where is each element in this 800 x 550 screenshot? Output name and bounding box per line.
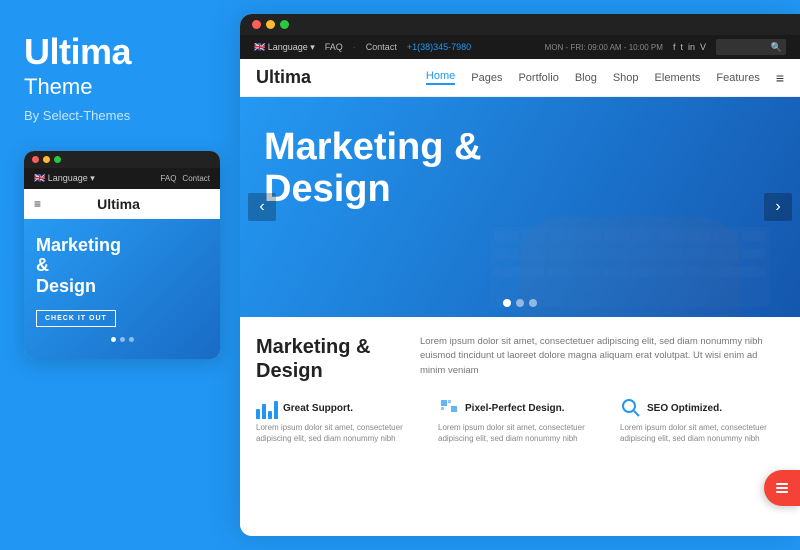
linkedin-icon[interactable]: in	[688, 42, 695, 52]
desktop-logo: Ultima	[256, 67, 311, 88]
mobile-dot-yellow	[43, 156, 50, 163]
mobile-dot-1	[111, 337, 116, 342]
twitter-icon[interactable]: t	[680, 42, 683, 52]
feature-seo: SEO Optimized. Lorem ipsum dolor sit ame…	[620, 397, 784, 444]
design-text: Lorem ipsum dolor sit amet, consectetuer…	[438, 422, 602, 444]
desktop-hours: MON - FRI: 09:00 AM - 10:00 PM	[545, 43, 663, 52]
theme-subtitle: Theme	[24, 74, 216, 100]
mobile-dot-green	[54, 156, 61, 163]
desktop-contact[interactable]: Contact	[366, 42, 397, 52]
design-icon	[438, 397, 460, 419]
desktop-hero: Marketing &Design ‹ ›	[240, 97, 800, 317]
mobile-topbar	[24, 151, 220, 168]
design-title: Pixel-Perfect Design.	[465, 403, 564, 414]
theme-title: Ultima	[24, 32, 216, 72]
hero-dot-2[interactable]	[516, 299, 524, 307]
desktop-menu-pages[interactable]: Pages	[471, 72, 502, 84]
mobile-faq[interactable]: FAQ	[160, 174, 176, 183]
hero-dot-1[interactable]	[503, 299, 511, 307]
desktop-menu-blog[interactable]: Blog	[575, 72, 597, 84]
mobile-hero-cta[interactable]: CHECK IT OUT	[36, 310, 116, 327]
seo-text: Lorem ipsum dolor sit amet, consectetuer…	[620, 422, 784, 444]
mobile-hero-title: Marketing&Design	[36, 235, 208, 297]
hero-dot-3[interactable]	[529, 299, 537, 307]
desktop-menu-features[interactable]: Features	[716, 72, 759, 84]
desktop-menu-portfolio[interactable]: Portfolio	[518, 72, 558, 84]
desktop-hamburger-icon[interactable]: ≡	[776, 70, 784, 86]
search-icon: 🔍	[771, 42, 782, 53]
seo-title: SEO Optimized.	[647, 403, 722, 414]
desktop-dot-green	[280, 20, 289, 29]
mobile-dot-3	[129, 337, 134, 342]
content-text: Lorem ipsum dolor sit amet, consectetuer…	[420, 335, 784, 383]
support-text: Lorem ipsum dolor sit amet, consectetuer…	[256, 422, 420, 444]
mobile-hero: Marketing&Design CHECK IT OUT	[24, 219, 220, 359]
desktop-language[interactable]: 🇬🇧 Language ▾	[254, 42, 315, 53]
desktop-faq[interactable]: FAQ	[325, 42, 343, 52]
mobile-dot-2	[120, 337, 125, 342]
desktop-dot-red	[252, 20, 261, 29]
seo-icon	[620, 397, 642, 419]
mobile-logo: Ultima	[97, 196, 140, 212]
desktop-preview: 🇬🇧 Language ▾ FAQ · Contact +1(38)345-79…	[240, 14, 800, 536]
feature-design: Pixel-Perfect Design. Lorem ipsum dolor …	[438, 397, 602, 444]
hero-dots	[503, 299, 537, 307]
desktop-menu-home[interactable]: Home	[426, 70, 455, 85]
support-icon	[256, 397, 278, 419]
desktop-content: Marketing &Design Lorem ipsum dolor sit …	[240, 317, 800, 536]
features-row: Great Support. Lorem ipsum dolor sit ame…	[256, 397, 784, 444]
hero-prev-button[interactable]: ‹	[248, 193, 276, 221]
desktop-separator-1: ·	[353, 42, 356, 52]
desktop-phone: +1(38)345-7980	[407, 42, 471, 52]
desktop-topbar	[240, 14, 800, 35]
feature-support: Great Support. Lorem ipsum dolor sit ame…	[256, 397, 420, 444]
mobile-header: ≡ Ultima	[24, 189, 220, 219]
desktop-menu: Home Pages Portfolio Blog Shop Elements …	[426, 70, 784, 86]
support-title: Great Support.	[283, 403, 353, 414]
mobile-topnav: 🇬🇧 Language ▾ FAQ Contact	[24, 168, 220, 189]
desktop-menu-elements[interactable]: Elements	[655, 72, 701, 84]
floating-action-button[interactable]	[764, 470, 800, 506]
mobile-hamburger-icon[interactable]: ≡	[34, 197, 41, 211]
desktop-hero-title: Marketing &Design	[264, 127, 544, 211]
hero-next-button[interactable]: ›	[764, 193, 792, 221]
desktop-menu-shop[interactable]: Shop	[613, 72, 639, 84]
mobile-dot-red	[32, 156, 39, 163]
desktop-topnav: 🇬🇧 Language ▾ FAQ · Contact +1(38)345-79…	[240, 35, 800, 59]
desktop-search-box[interactable]: 🔍	[716, 39, 786, 55]
desktop-header: Ultima Home Pages Portfolio Blog Shop El…	[240, 59, 800, 97]
facebook-icon[interactable]: f	[673, 42, 676, 52]
desktop-dot-yellow	[266, 20, 275, 29]
mobile-preview: 🇬🇧 Language ▾ FAQ Contact ≡ Ultima Marke…	[24, 151, 220, 359]
theme-byline: By Select-Themes	[24, 108, 216, 123]
vimeo-icon[interactable]: V	[700, 42, 706, 52]
content-heading: Marketing &Design	[256, 335, 396, 383]
mobile-language[interactable]: 🇬🇧 Language ▾	[34, 173, 95, 184]
left-panel: Ultima Theme By Select-Themes 🇬🇧 Languag…	[0, 0, 240, 550]
mobile-contact[interactable]: Contact	[182, 174, 210, 183]
